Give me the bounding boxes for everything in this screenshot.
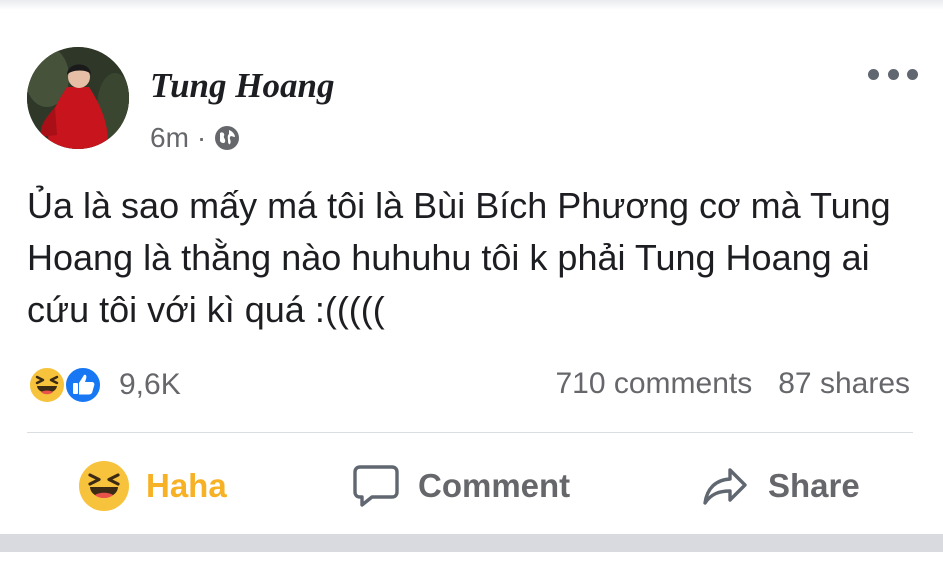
comments-count[interactable]: 710 comments — [555, 367, 752, 401]
post-meta: 6m · — [150, 122, 240, 154]
timestamp[interactable]: 6m — [150, 122, 189, 154]
share-icon — [703, 468, 747, 505]
comment-label: Comment — [418, 467, 571, 504]
feed-separator — [0, 534, 943, 552]
more-options-button[interactable] — [868, 60, 918, 88]
more-dot-icon — [887, 68, 899, 80]
more-dot-icon — [868, 68, 879, 80]
globe-icon[interactable] — [214, 125, 240, 151]
comment-icon — [353, 465, 399, 507]
post-text: Ủa là sao mấy má tôi là Bùi Bích Phương … — [27, 185, 891, 330]
meta-separator: · — [196, 122, 207, 153]
reaction-count: 9,6K — [119, 368, 181, 401]
more-dot-icon — [907, 68, 918, 80]
reaction-icons — [27, 365, 107, 405]
engagement-stats: 710 comments 87 shares — [555, 367, 910, 401]
share-button[interactable]: Share — [702, 455, 860, 517]
haha-reaction-button[interactable]: Haha — [78, 455, 227, 517]
share-label: Share — [768, 467, 860, 504]
avatar[interactable] — [27, 47, 129, 149]
divider — [27, 432, 913, 433]
like-icon — [64, 366, 102, 404]
shares-count[interactable]: 87 shares — [778, 367, 910, 401]
haha-label: Haha — [146, 467, 227, 504]
haha-icon — [28, 366, 66, 404]
comment-button[interactable]: Comment — [352, 455, 570, 517]
reaction-summary[interactable]: 9,6K — [27, 365, 181, 405]
haha-icon — [79, 461, 129, 511]
post-card: Tung Hoang 6m · Ủa là sao mấy má tôi là … — [0, 0, 943, 575]
author-name[interactable]: Tung Hoang — [150, 66, 334, 106]
